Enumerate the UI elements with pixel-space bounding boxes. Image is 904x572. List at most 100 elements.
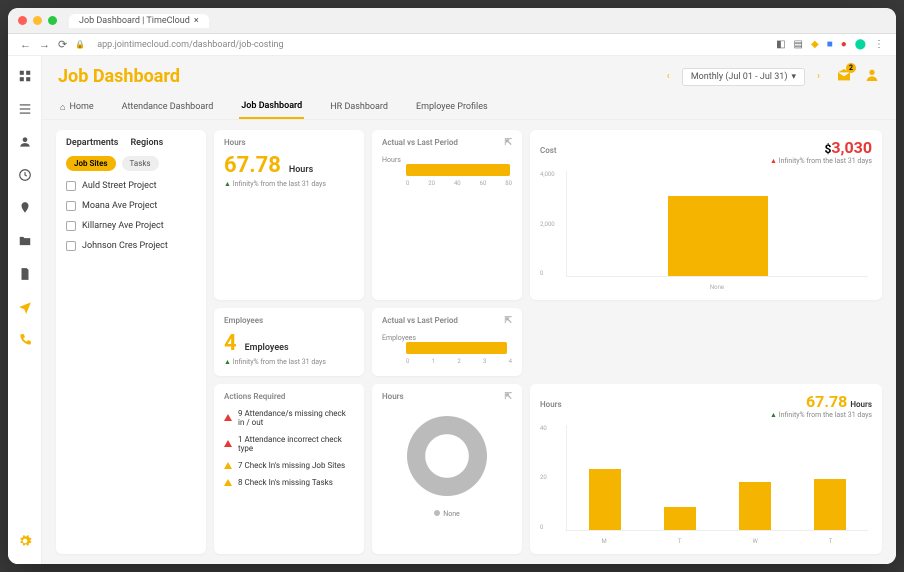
action-item[interactable]: 9 Attendance/s missing check in / out	[224, 409, 354, 427]
prev-period-button[interactable]: ‹	[663, 71, 674, 82]
trend-up-icon: ▲	[770, 411, 777, 419]
forward-button[interactable]: →	[39, 38, 50, 51]
home-icon: ⌂	[60, 102, 65, 113]
minimize-icon[interactable]	[33, 16, 42, 25]
trend-up-icon: ▲	[770, 157, 777, 165]
tab-job[interactable]: Job Dashboard	[239, 95, 304, 119]
tab-profiles[interactable]: Employee Profiles	[414, 95, 490, 119]
employees-value: 4	[224, 331, 237, 356]
checkbox-icon[interactable]	[66, 221, 76, 231]
tab-hr[interactable]: HR Dashboard	[328, 95, 390, 119]
phone-icon[interactable]	[18, 332, 32, 351]
action-item[interactable]: 8 Check In's missing Tasks	[224, 478, 354, 487]
pill-tasks[interactable]: Tasks	[122, 156, 159, 171]
users-icon[interactable]	[18, 134, 32, 153]
list-item[interactable]: Moana Ave Project	[66, 201, 196, 211]
checkbox-icon[interactable]	[66, 181, 76, 191]
action-item[interactable]: 1 Attendance incorrect check type	[224, 435, 354, 453]
user-menu[interactable]	[864, 67, 880, 87]
list-item[interactable]: Killarney Ave Project	[66, 221, 196, 231]
trend-up-icon: ▲	[224, 358, 231, 366]
filter-tab-regions[interactable]: Regions	[130, 138, 163, 148]
chevron-down-icon: ▾	[791, 72, 796, 82]
clock-icon[interactable]	[18, 167, 32, 186]
browser-toolbar: ◧ ▤ ◆ ■ ● ⬤ ⋮	[776, 39, 884, 50]
expand-icon[interactable]: ⇱	[504, 138, 512, 148]
lock-icon: 🔒	[75, 40, 85, 49]
employees-stat-card: Employees 4 Employees ▲ Infinity% from t…	[214, 308, 364, 375]
hours-bar-chart: 40200 MTWT	[540, 425, 872, 545]
address-bar: ← → ⟳ 🔒 app.jointimecloud.com/dashboard/…	[8, 34, 896, 56]
pill-jobsites[interactable]: Job Sites	[66, 156, 116, 171]
actual-emp-card: Actual vs Last Period⇱ Employees 01234	[372, 308, 522, 375]
page-title: Job Dashboard	[58, 66, 663, 87]
notifications-button[interactable]: 2	[836, 67, 852, 87]
ext-icon[interactable]: ▤	[794, 39, 803, 50]
warning-icon	[224, 479, 232, 486]
actual-hours-card: Actual vs Last Period⇱ Hours 020406080	[372, 130, 522, 300]
period-selector: ‹ Monthly (Jul 01 - Jul 31) ▾ › 2	[663, 67, 880, 87]
next-period-button[interactable]: ›	[813, 71, 824, 82]
warning-icon	[224, 462, 232, 469]
cost-value: $3,030	[824, 138, 872, 157]
filter-tab-departments[interactable]: Departments	[66, 138, 118, 148]
close-tab-icon[interactable]: ×	[194, 16, 199, 26]
trend-up-icon: ▲	[224, 180, 231, 188]
browser-window: Job Dashboard | TimeCloud × ← → ⟳ 🔒 app.…	[8, 8, 896, 564]
window-controls[interactable]	[18, 16, 57, 25]
list-item[interactable]: Johnson Cres Project	[66, 241, 196, 251]
card-label: Employees	[224, 316, 354, 325]
ext-icon[interactable]: ●	[841, 39, 847, 50]
hours-value: 67.78Hours	[806, 392, 872, 411]
browser-tab-bar: Job Dashboard | TimeCloud ×	[8, 8, 896, 34]
page-header: Job Dashboard ‹ Monthly (Jul 01 - Jul 31…	[42, 56, 896, 91]
legend: None	[382, 510, 512, 518]
actions-card: Actions Required 9 Attendance/s missing …	[214, 384, 364, 554]
gear-icon[interactable]	[18, 533, 32, 552]
donut-chart	[407, 416, 487, 496]
nav-tabs: ⌂Home Attendance Dashboard Job Dashboard…	[42, 91, 896, 120]
tab-title: Job Dashboard | TimeCloud	[79, 16, 190, 26]
ext-icon[interactable]: ◧	[776, 39, 785, 50]
back-button[interactable]: ←	[20, 38, 31, 51]
document-icon[interactable]	[18, 266, 32, 285]
list-item[interactable]: Auld Street Project	[66, 181, 196, 191]
maximize-icon[interactable]	[48, 16, 57, 25]
legend-swatch	[434, 510, 440, 516]
hours-stat-card: Hours 67.78 Hours ▲ Infinity% from the l…	[214, 130, 364, 300]
close-icon[interactable]	[18, 16, 27, 25]
action-item[interactable]: 7 Check In's missing Job Sites	[224, 461, 354, 470]
tab-home[interactable]: ⌂Home	[58, 95, 96, 119]
expand-icon[interactable]: ⇱	[504, 392, 512, 402]
pin-icon[interactable]	[18, 200, 32, 219]
cost-card: Cost $3,030 ▲ Infinity% from the last 31…	[530, 130, 882, 300]
bar	[739, 482, 771, 529]
list-icon[interactable]	[18, 101, 32, 120]
hours-donut-card: Hours⇱ None	[372, 384, 522, 554]
bar	[406, 342, 507, 354]
plane-icon[interactable]	[18, 299, 32, 318]
grid-icon[interactable]	[18, 68, 32, 87]
bar	[814, 479, 846, 529]
period-dropdown[interactable]: Monthly (Jul 01 - Jul 31) ▾	[682, 68, 805, 86]
dashboard-grid: Departments Regions Job Sites Tasks Auld…	[42, 120, 896, 564]
bar	[589, 469, 621, 530]
ext-icon[interactable]: ■	[827, 39, 833, 50]
tab-attendance[interactable]: Attendance Dashboard	[120, 95, 216, 119]
folder-icon[interactable]	[18, 233, 32, 252]
checkbox-icon[interactable]	[66, 201, 76, 211]
sidebar-nav	[8, 56, 42, 564]
expand-icon[interactable]: ⇱	[504, 316, 512, 326]
url-field[interactable]: app.jointimecloud.com/dashboard/job-cost…	[97, 40, 768, 50]
hours-value: 67.78	[224, 153, 281, 178]
alert-icon	[224, 440, 232, 447]
reload-button[interactable]: ⟳	[58, 38, 67, 51]
card-label: Hours	[224, 138, 354, 147]
ext-icon[interactable]: ◆	[811, 39, 819, 50]
alert-icon	[224, 414, 232, 421]
menu-icon[interactable]: ⋮	[874, 39, 884, 50]
cost-chart: 4,0002,0000 None	[540, 171, 872, 291]
ext-icon[interactable]: ⬤	[855, 39, 866, 50]
browser-tab[interactable]: Job Dashboard | TimeCloud ×	[69, 14, 209, 28]
checkbox-icon[interactable]	[66, 241, 76, 251]
